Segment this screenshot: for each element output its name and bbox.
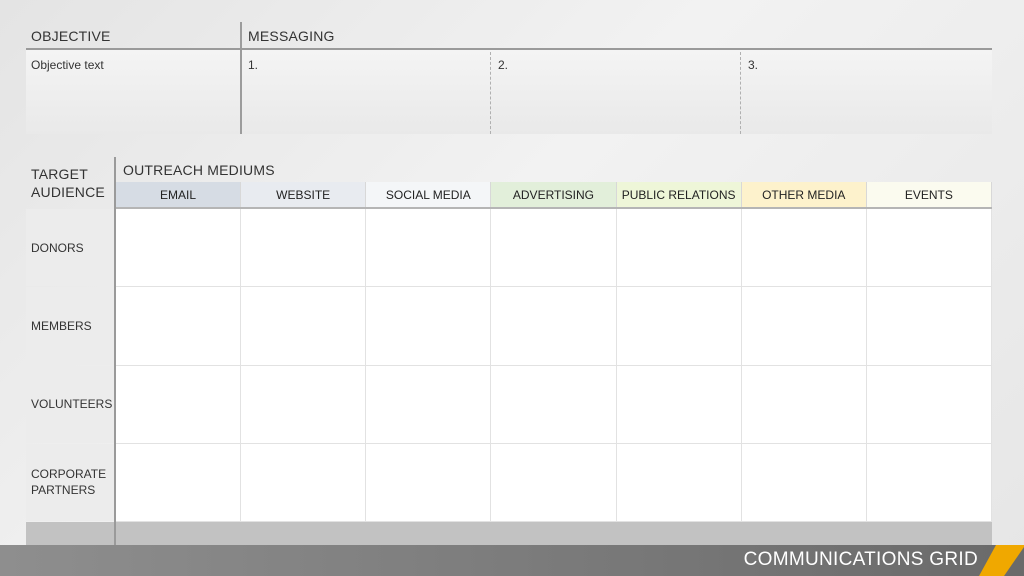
- medium-header: WEBSITE: [241, 182, 367, 208]
- medium-header: EVENTS: [866, 182, 992, 208]
- grid-footer-strip: [26, 522, 992, 545]
- medium-header: PUBLIC RELATIONS: [616, 182, 742, 208]
- grid-cell[interactable]: [241, 287, 367, 366]
- grid-cell[interactable]: [491, 443, 617, 522]
- target-audience-header-line2: AUDIENCE: [31, 184, 105, 200]
- grid-cell[interactable]: [116, 287, 242, 366]
- audience-label: VOLUNTEERS: [26, 365, 114, 443]
- grid-cell[interactable]: [866, 209, 992, 288]
- grid-cell[interactable]: [741, 443, 867, 522]
- message-2[interactable]: 2.: [498, 58, 508, 72]
- audience-label-line: DONORS: [31, 240, 84, 255]
- target-audience-header: TARGET AUDIENCE: [31, 165, 105, 201]
- grid-cell[interactable]: [616, 209, 742, 288]
- message-divider: [740, 52, 741, 134]
- target-audience-header-line1: TARGET: [31, 166, 88, 182]
- grid-cell[interactable]: [616, 443, 742, 522]
- grid-cell[interactable]: [366, 287, 492, 366]
- page-title: COMMUNICATIONS GRID: [743, 549, 978, 570]
- grid-cell[interactable]: [491, 365, 617, 444]
- medium-header: EMAIL: [116, 182, 242, 208]
- grid-cell[interactable]: [366, 365, 492, 444]
- audience-label-text: VOLUNTEERS: [31, 396, 112, 412]
- objective-cell[interactable]: Objective text: [26, 50, 240, 134]
- audience-label-line: PARTNERS: [31, 483, 96, 498]
- audience-label-line: VOLUNTEERS: [31, 397, 113, 412]
- messaging-row: [242, 50, 992, 134]
- grid-cell[interactable]: [866, 443, 992, 522]
- outreach-mediums-header: OUTREACH MEDIUMS: [123, 162, 275, 178]
- audience-label: CORPORATE PARTNERS: [26, 443, 114, 521]
- audience-label: MEMBERS: [26, 287, 114, 365]
- grid-cell[interactable]: [741, 287, 867, 366]
- grid-cell[interactable]: [491, 287, 617, 366]
- grid-cell[interactable]: [491, 209, 617, 288]
- grid-cell[interactable]: [241, 365, 367, 444]
- medium-header: SOCIAL MEDIA: [366, 182, 492, 208]
- medium-header: OTHER MEDIA: [741, 182, 867, 208]
- objective-text: Objective text: [31, 58, 104, 72]
- medium-header: ADVERTISING: [491, 182, 617, 208]
- message-divider: [490, 52, 491, 134]
- grid-cell[interactable]: [116, 443, 242, 522]
- grid-cell[interactable]: [116, 365, 242, 444]
- audience-label-text: DONORS: [31, 240, 84, 256]
- grid-cell[interactable]: [866, 365, 992, 444]
- audience-label-line: CORPORATE: [31, 467, 107, 482]
- footer-divider: [114, 522, 116, 545]
- messaging-header: MESSAGING: [248, 28, 335, 44]
- audience-label: DONORS: [26, 209, 114, 287]
- grid-cell[interactable]: [616, 287, 742, 366]
- message-3[interactable]: 3.: [748, 58, 758, 72]
- grid-cell[interactable]: [741, 209, 867, 288]
- grid-cell[interactable]: [366, 209, 492, 288]
- message-1[interactable]: 1.: [248, 58, 258, 72]
- audience-label-line: MEMBERS: [31, 318, 92, 333]
- grid-cell[interactable]: [616, 365, 742, 444]
- grid-cell[interactable]: [741, 365, 867, 444]
- grid-cell[interactable]: [241, 443, 367, 522]
- grid-cell[interactable]: [866, 287, 992, 366]
- grid-cell[interactable]: [366, 443, 492, 522]
- audience-label-text: MEMBERS: [31, 318, 92, 334]
- objective-header: OBJECTIVE: [31, 28, 111, 44]
- audience-label-text: CORPORATE PARTNERS: [31, 466, 106, 498]
- grid-cell[interactable]: [116, 209, 242, 288]
- grid-cell[interactable]: [241, 209, 367, 288]
